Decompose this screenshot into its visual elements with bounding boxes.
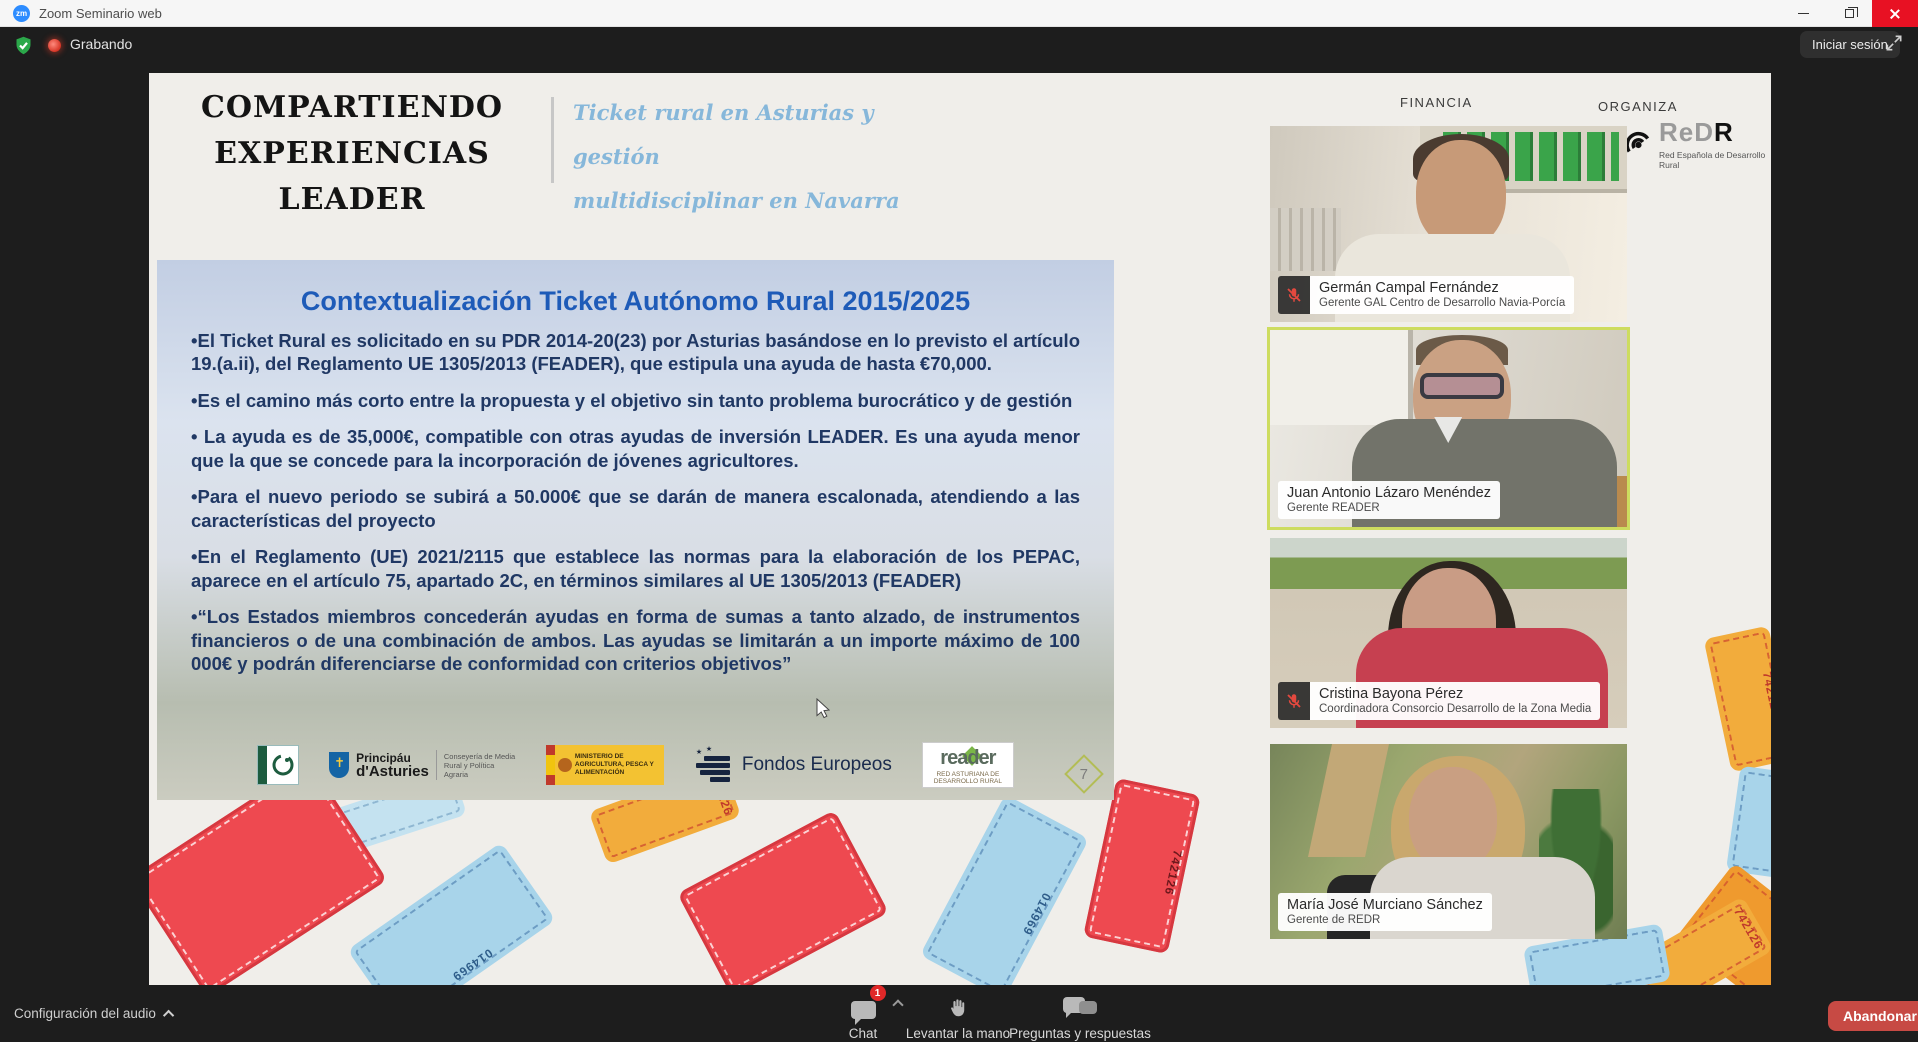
- recording-dot-icon: [48, 39, 61, 52]
- chat-unread-badge: 1: [870, 985, 886, 1001]
- maximize-button[interactable]: [1826, 0, 1872, 27]
- footer-logos-row: Principáu d'Asturies Conseyería de Media…: [157, 738, 1114, 792]
- bullet-item: •Es el camino más corto entre la propues…: [191, 389, 1080, 412]
- mic-muted-icon: [1278, 276, 1310, 314]
- recording-label: Grabando: [70, 36, 132, 52]
- participant-video-1: Germán Campal Fernández Gerente GAL Cent…: [1270, 126, 1627, 322]
- slide-title: Contextualización Ticket Autónomo Rural …: [157, 286, 1114, 317]
- brand-divider: [551, 97, 554, 183]
- financia-label: FINANCIA: [1400, 95, 1473, 110]
- ticket-decoration: [677, 810, 889, 985]
- asturias-logo: Principáu d'Asturies Conseyería de Media…: [329, 750, 516, 780]
- asturias-shield-icon: [329, 752, 349, 778]
- ticket-decoration: 014969: [347, 842, 555, 985]
- chevron-up-icon: [163, 1009, 174, 1020]
- brand-title-line2: EXPERIENCIAS LEADER: [167, 131, 537, 223]
- fondos-europeos-logo: ★★ Fondos Europeos: [694, 748, 892, 782]
- raise-hand-icon: [947, 995, 969, 1019]
- window-titlebar: zm Zoom Seminario web: [0, 0, 1918, 27]
- organiza-label: ORGANIZA: [1598, 99, 1678, 114]
- redr-logo: ReDR Red Española de Desarrollo Rural: [1615, 117, 1771, 170]
- brand-title-line1: COMPARTIENDO: [167, 85, 537, 131]
- event-subtitle: Ticket rural en Asturias y gestión multi…: [573, 91, 913, 223]
- participant-video-3: Cristina Bayona Pérez Coordinadora Conso…: [1270, 538, 1627, 728]
- participant-name-label: Juan Antonio Lázaro Menéndez Gerente REA…: [1278, 481, 1500, 519]
- ticket-decoration: 742126: [1704, 626, 1771, 773]
- eu-flag-icon: ★★: [694, 748, 734, 782]
- audio-settings-button[interactable]: Configuración del audio: [14, 1006, 174, 1021]
- close-button[interactable]: [1872, 0, 1918, 27]
- leave-button[interactable]: Abandonar: [1828, 1001, 1918, 1031]
- slide-bullet-list: •El Ticket Rural es solicitado en su PDR…: [157, 317, 1114, 676]
- event-brand-title: COMPARTIENDO EXPERIENCIAS LEADER: [167, 85, 537, 223]
- mic-muted-icon: [1278, 682, 1310, 720]
- bullet-item: •“Los Estados miembros concederán ayudas…: [191, 605, 1080, 675]
- minimize-button[interactable]: [1780, 0, 1826, 27]
- mouse-cursor: [816, 698, 831, 724]
- qa-button[interactable]: Preguntas y respuestas: [985, 995, 1175, 1041]
- security-shield-icon[interactable]: [13, 35, 34, 61]
- participant-video-2-active-speaker: Juan Antonio Lázaro Menéndez Gerente REA…: [1267, 327, 1630, 530]
- ministerio-logo: MINISTERIO DE AGRICULTURA, PESCA Y ALIME…: [546, 745, 664, 785]
- reader-logo: reader RED ASTURIANA DE DESARROLLO RURAL: [922, 742, 1014, 788]
- participant-video-4: María José Murciano Sánchez Gerente de R…: [1270, 744, 1627, 939]
- ticket-decoration: [1726, 766, 1771, 879]
- bullet-item: • La ayuda es de 35,000€, compatible con…: [191, 425, 1080, 472]
- chat-icon: [851, 1001, 876, 1019]
- bullet-item: •El Ticket Rural es solicitado en su PDR…: [191, 329, 1080, 376]
- ticket-decoration: 742126: [1083, 778, 1201, 954]
- qa-icon: [1063, 997, 1097, 1019]
- zoom-app-icon: zm: [13, 5, 30, 22]
- participant-name-label: Germán Campal Fernández Gerente GAL Cent…: [1278, 276, 1574, 314]
- bullet-item: •Para el nuevo periodo se subirá a 50.00…: [191, 485, 1080, 532]
- ticket-decoration: 014969: [920, 794, 1089, 985]
- fullscreen-icon[interactable]: [1884, 33, 1904, 58]
- slide-content-box: Contextualización Ticket Autónomo Rural …: [157, 260, 1114, 800]
- window-title: Zoom Seminario web: [39, 6, 162, 21]
- participant-name-label: Cristina Bayona Pérez Coordinadora Conso…: [1278, 682, 1600, 720]
- chat-button[interactable]: 1 Chat: [828, 995, 898, 1041]
- spain-flag-icon: [546, 745, 555, 785]
- bullet-item: •En el Reglamento (UE) 2021/2115 que est…: [191, 545, 1080, 592]
- participant-name-label: María José Murciano Sánchez Gerente de R…: [1278, 893, 1492, 931]
- leader-logo: [257, 745, 299, 785]
- crest-icon: [558, 758, 572, 772]
